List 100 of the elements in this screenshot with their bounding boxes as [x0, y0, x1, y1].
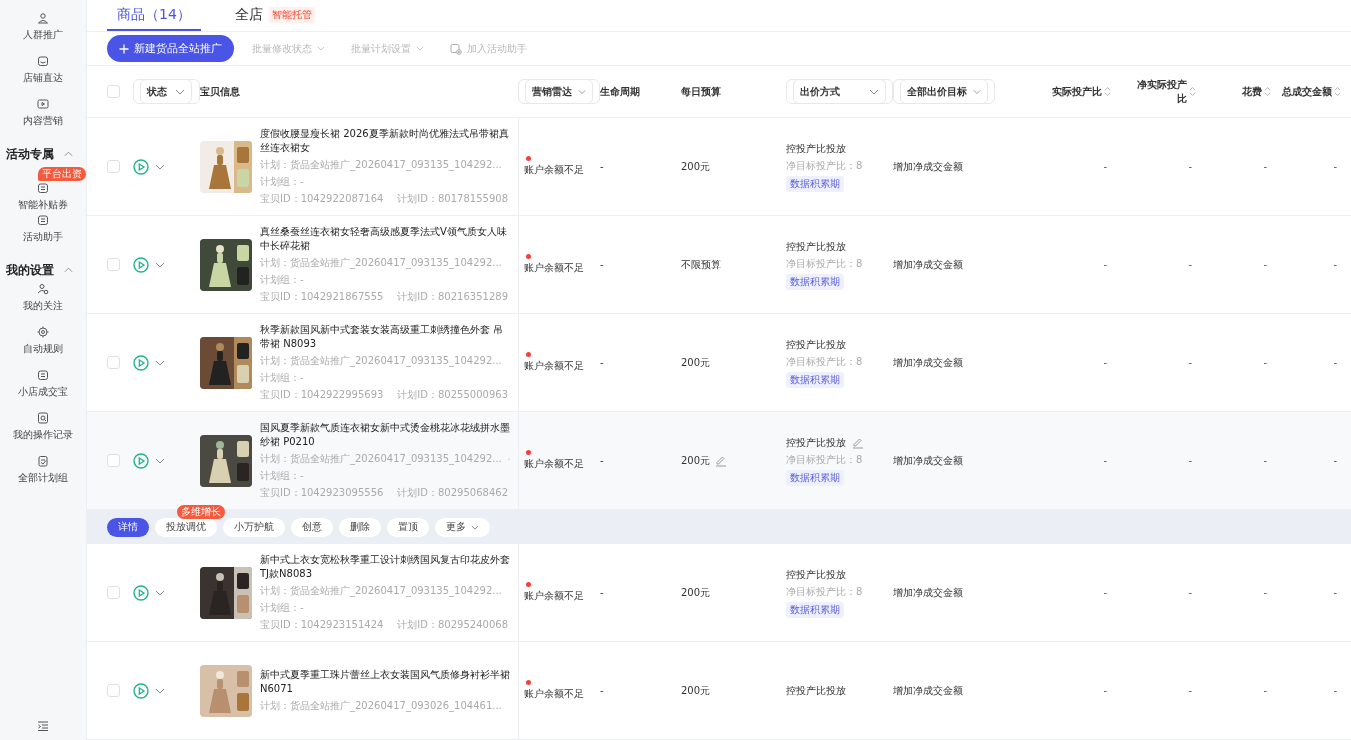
play-status-icon[interactable] — [133, 256, 149, 273]
row-checkbox[interactable] — [107, 684, 120, 697]
row-action-button[interactable]: 投放调优 — [155, 517, 217, 537]
chevron-icon[interactable] — [155, 261, 165, 268]
nav-icon — [37, 12, 49, 24]
radar-status: 账户余额不足 — [524, 359, 584, 373]
phase-tag: 数据积累期 — [786, 273, 844, 290]
chevron-icon — [416, 46, 424, 52]
item-id: 宝贝ID：1042923151424 — [260, 618, 384, 632]
table-row[interactable]: 新中式上衣女宽松秋季重工设计刺绣国风复古印花皮外套TJ款N8083 计划：货品全站推广_20260417_093135_104292... 计划组：- 宝贝ID：1042923151424 计划ID：80295240068 账户余额不足 - 200元 控投产比投放 净目标投产比：8 数据积累期 增加净成交金额 - - - - — [87, 544, 1351, 642]
row-action-button[interactable]: 置顶 — [387, 517, 429, 537]
product-title[interactable]: 真丝桑蚕丝连衣裙女轻奢高级感夏季法式V领气质女人味中长碎花裙 — [260, 225, 510, 253]
sidebar-item[interactable]: 我的关注 — [0, 283, 86, 326]
sort-icon[interactable] — [1104, 86, 1111, 97]
metric-value: - — [1103, 455, 1107, 466]
bid-method: 控投产比投放 — [786, 567, 846, 582]
chevron-icon[interactable] — [155, 163, 165, 170]
sidebar-item[interactable]: 活动助手 — [0, 214, 86, 257]
play-status-icon[interactable] — [133, 584, 149, 601]
column-header[interactable]: 实际投产比 — [1052, 84, 1102, 99]
product-title[interactable]: 新中式夏季重工珠片蕾丝上衣女装国风气质修身衬衫半裙N6071 — [260, 668, 510, 696]
plan-group: 计划组：- — [260, 601, 510, 615]
bid-goal: 增加净成交金额 — [893, 453, 963, 468]
row-action-button[interactable]: 更多 — [435, 517, 490, 537]
metric-value: - — [1103, 161, 1107, 172]
sidebar-item[interactable]: 全部计划组 — [0, 455, 86, 498]
row-checkbox[interactable] — [107, 160, 120, 173]
column-header[interactable]: 净实际投产比 — [1137, 77, 1187, 106]
metric-value: - — [1333, 259, 1337, 270]
sidebar-section[interactable]: 我的设置 — [0, 257, 86, 283]
product-title[interactable]: 国风夏季新款气质连衣裙女新中式烫金桃花冰花绒拼水墨纱裙 P0210 — [260, 421, 510, 449]
chevron-icon[interactable] — [155, 359, 165, 366]
budget-value: 200元 — [681, 453, 711, 468]
product-title[interactable]: 度假收腰显瘦长裙 2026夏季新款时尚优雅法式吊带裙真丝连衣裙女 — [260, 127, 510, 155]
chevron-icon — [578, 88, 586, 95]
column-header[interactable]: 花费 — [1242, 84, 1262, 99]
play-status-icon[interactable] — [133, 682, 149, 699]
chevron-icon[interactable] — [155, 457, 165, 464]
row-action-button[interactable]: 详情 — [107, 517, 149, 537]
sidebar-item[interactable]: 店铺直达 — [0, 55, 86, 98]
play-status-icon[interactable] — [133, 158, 149, 175]
sidebar-section[interactable]: 活动专属 — [0, 141, 86, 167]
nav-icon — [37, 412, 49, 424]
sort-icon[interactable] — [1334, 86, 1341, 97]
status-dot — [526, 450, 531, 455]
nav-icon — [37, 283, 49, 295]
tab[interactable]: 全店 智能托管 — [224, 0, 325, 32]
sort-icon[interactable] — [1264, 86, 1271, 97]
plan-group: 计划组：- — [260, 469, 510, 483]
sort-icon[interactable] — [1189, 86, 1196, 97]
sidebar-item[interactable]: 智能补贴券 — [0, 182, 86, 214]
budget-value: 200元 — [681, 585, 711, 600]
row-action-button[interactable]: 创意 — [291, 517, 333, 537]
new-promotion-button[interactable]: 新建货品全站推广 — [107, 35, 234, 63]
row-checkbox[interactable] — [107, 356, 120, 369]
metric-value: - — [1103, 259, 1107, 270]
plan-id: 计划ID：80295240068 — [397, 618, 508, 632]
metric-value: - — [1263, 259, 1267, 270]
row-checkbox[interactable] — [107, 586, 120, 599]
metric-value: - — [1333, 455, 1337, 466]
chevron-icon[interactable] — [155, 687, 165, 694]
column-header[interactable]: 总成交金额 — [1282, 84, 1332, 99]
tab[interactable]: 商品（14） — [107, 0, 201, 32]
sidebar-item[interactable]: 人群推广 — [0, 12, 86, 55]
bid-target: 净目标投产比：8 — [786, 354, 863, 369]
bid-method: 控投产比投放 — [786, 435, 846, 450]
table-row[interactable]: 度假收腰显瘦长裙 2026夏季新款时尚优雅法式吊带裙真丝连衣裙女 计划：货品全站推广_20260417_093135_104292... 计划组：- 宝贝ID：1042922087164 计划ID：80178155908 账户余额不足 - 200元 控投产比投放 净目标投产比：8 数据积累期 增加净成交金额 - - - - — [87, 118, 1351, 216]
lifecycle-value: - — [600, 587, 604, 598]
play-status-icon[interactable] — [133, 354, 149, 371]
select-all-checkbox[interactable] — [107, 85, 120, 98]
column-filter[interactable]: 状态 — [140, 79, 192, 104]
row-action-button[interactable]: 小万护航 — [223, 517, 285, 537]
sidebar-item[interactable]: 我的操作记录 — [0, 412, 86, 455]
collapse-menu-icon[interactable] — [37, 720, 49, 732]
product-title[interactable]: 秋季新款国风新中式套装女装高级重工刺绣撞色外套 吊带裙 N8093 — [260, 323, 510, 351]
sidebar-item[interactable]: 小店成交宝 — [0, 369, 86, 412]
table-row[interactable]: 真丝桑蚕丝连衣裙女轻奢高级感夏季法式V领气质女人味中长碎花裙 计划：货品全站推广_20260417_093135_104292... 计划组：- 宝贝ID：1042921867555 计划ID：80216351289 账户余额不足 - 不限预算 控投产比投放 净目标投产比：8 数据积累期 增加净成交金额 - - - - — [87, 216, 1351, 314]
column-filter[interactable]: 全部出价目标 — [900, 79, 988, 104]
sidebar-item[interactable]: 内容营销 — [0, 98, 86, 141]
chevron-icon — [317, 46, 325, 52]
plan-group: 计划组：- — [260, 273, 510, 287]
plan-name: 计划：货品全站推广_20260417_093135_104292... — [260, 354, 503, 368]
metric-value: - — [1263, 455, 1267, 466]
budget-value: 200元 — [681, 683, 711, 698]
radar-status: 账户余额不足 — [524, 261, 584, 275]
row-action-button[interactable]: 删除 — [339, 517, 381, 537]
table-row[interactable]: 新中式夏季重工珠片蕾丝上衣女装国风气质修身衬衫半裙N6071 计划：货品全站推广_20260417_093026_104461... 账户余额不足 - 200元 控投产比投放 增加净成交金额 - - - - — [87, 642, 1351, 740]
metric-value: - — [1103, 357, 1107, 368]
column-filter[interactable]: 出价方式 — [793, 79, 886, 104]
sidebar-item[interactable]: 自动规则 — [0, 326, 86, 369]
plan-id: 计划ID：80295068462 — [397, 486, 508, 500]
column-filter[interactable]: 营销雷达 — [525, 79, 593, 104]
chevron-icon[interactable] — [155, 589, 165, 596]
product-title[interactable]: 新中式上衣女宽松秋季重工设计刺绣国风复古印花皮外套TJ款N8083 — [260, 553, 510, 581]
row-checkbox[interactable] — [107, 454, 120, 467]
play-status-icon[interactable] — [133, 452, 149, 469]
row-checkbox[interactable] — [107, 258, 120, 271]
lifecycle-value: - — [600, 455, 604, 466]
item-id: 宝贝ID：1042922995693 — [260, 388, 384, 402]
status-dot — [526, 582, 531, 587]
